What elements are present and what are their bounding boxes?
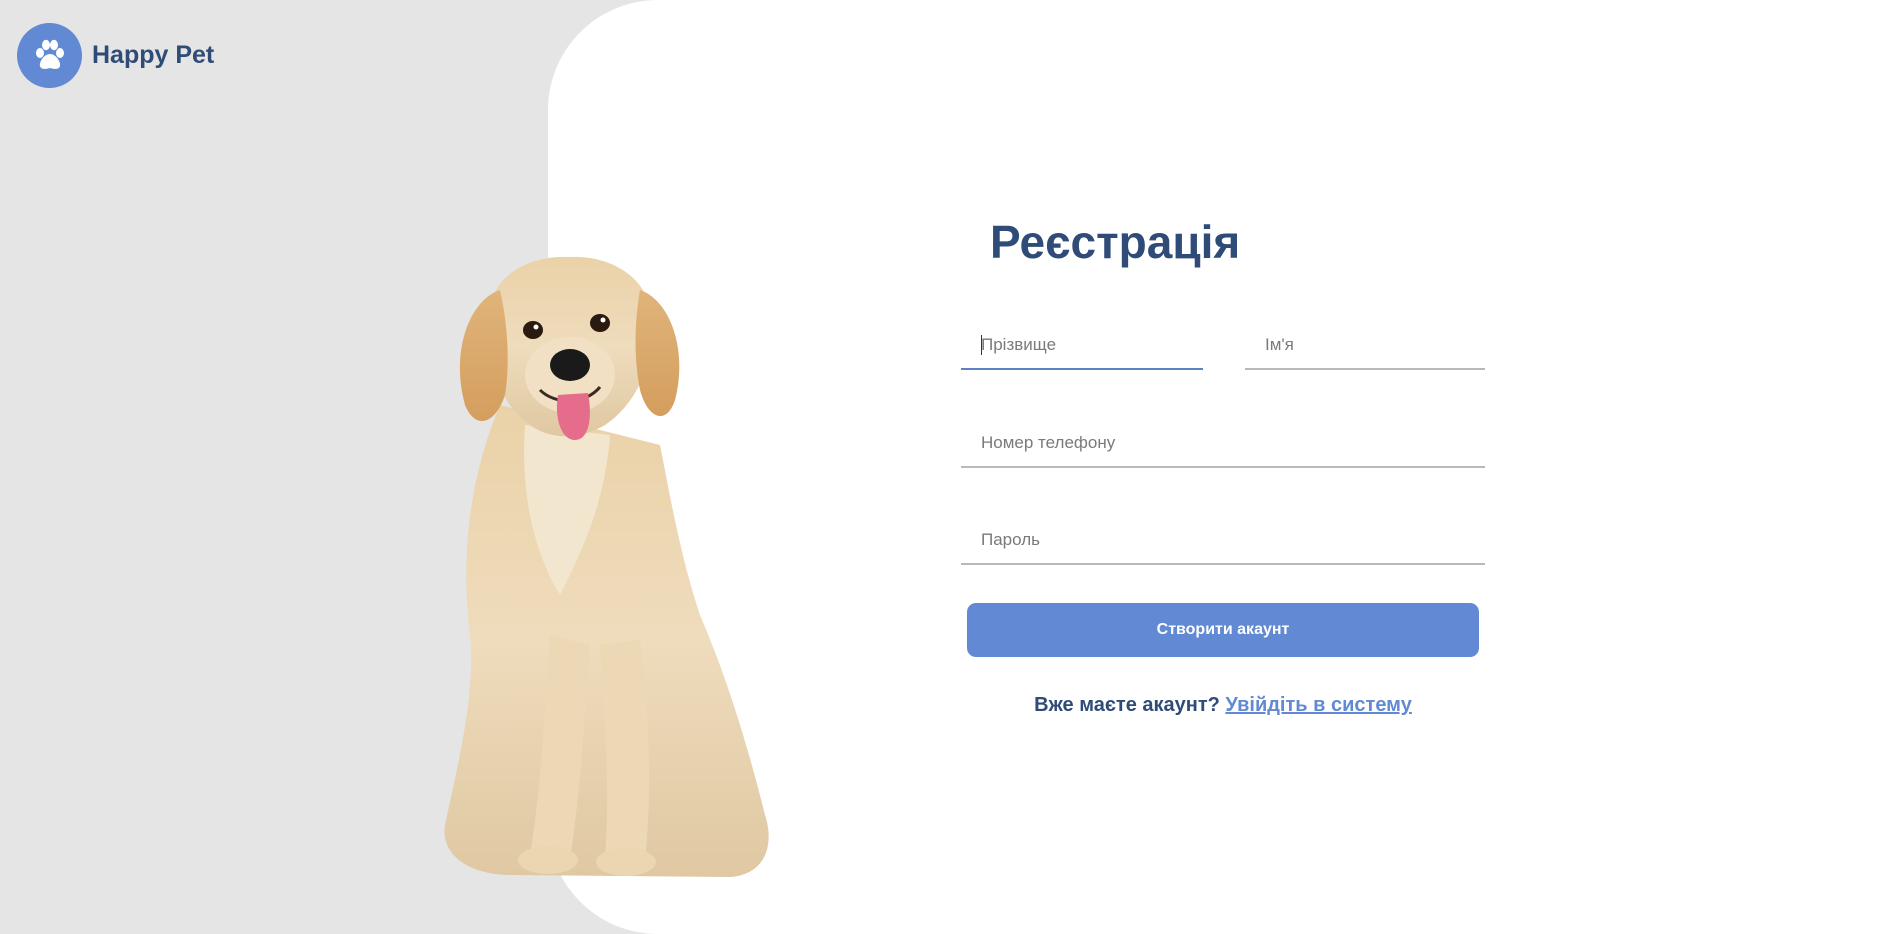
create-account-button[interactable]: Створити акаунт bbox=[967, 603, 1479, 657]
registration-page: Happy Pet Реєстрація Прізвище Ім'я Номер… bbox=[0, 0, 1902, 934]
password-input[interactable] bbox=[961, 517, 1485, 563]
last-name-input[interactable] bbox=[961, 322, 1203, 368]
login-link[interactable]: Увійдіть в систему bbox=[1225, 694, 1411, 716]
text-caret bbox=[981, 335, 982, 355]
phone-input[interactable] bbox=[961, 420, 1485, 466]
password-field[interactable] bbox=[961, 517, 1485, 565]
golden-retriever-dog-image bbox=[444, 256, 769, 877]
first-name-input[interactable] bbox=[1245, 322, 1485, 368]
phone-field[interactable] bbox=[961, 420, 1485, 468]
page-title: Реєстрація bbox=[990, 216, 1241, 268]
login-prompt: Вже маєте акаунт? Увійдіть в систему bbox=[961, 694, 1485, 717]
brand-logo[interactable]: Happy Pet bbox=[17, 23, 214, 88]
brand-name: Happy Pet bbox=[92, 41, 215, 69]
paw-icon bbox=[17, 23, 82, 88]
login-prompt-text: Вже маєте акаунт? bbox=[1034, 694, 1220, 716]
first-name-field[interactable] bbox=[1245, 322, 1485, 370]
last-name-field[interactable] bbox=[961, 322, 1203, 370]
